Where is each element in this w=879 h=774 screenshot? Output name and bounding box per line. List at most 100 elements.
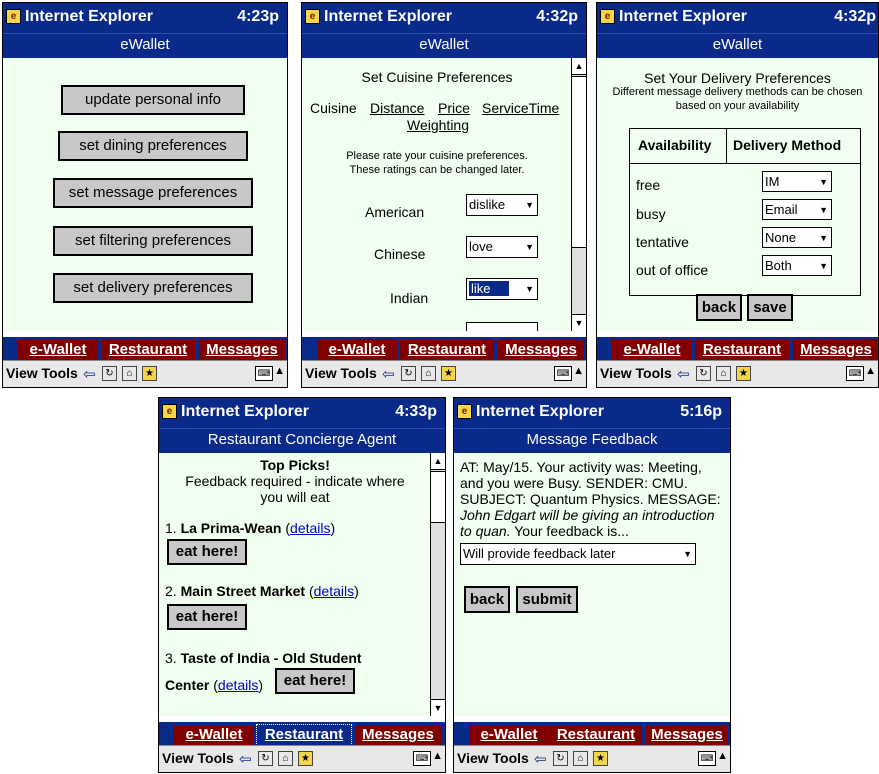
scroll-up-icon[interactable]: ▲ (572, 58, 586, 75)
home-icon[interactable]: ⌂ (716, 366, 731, 381)
col-header-delivery-method: Delivery Method (733, 137, 842, 153)
tab-messages[interactable]: Messages (646, 725, 728, 745)
tab-messages[interactable]: Messages (199, 340, 285, 360)
keyboard-icon[interactable]: ⌨ (255, 366, 273, 381)
ie-logo-icon[interactable]: e (6, 9, 21, 24)
vertical-scrollbar[interactable]: ▲ ▼ (430, 453, 445, 716)
tab-link-weighting[interactable]: Weighting (407, 117, 469, 133)
ie-logo-icon[interactable]: e (162, 404, 177, 419)
set-delivery-preferences-button[interactable]: set delivery preferences (53, 273, 253, 303)
pick-2: 2. Main Street Market (details) (165, 583, 359, 599)
home-icon[interactable]: ⌂ (573, 751, 588, 766)
delivery-select-out-of-office[interactable]: Both ▼ (762, 255, 832, 276)
tab-link-price[interactable]: Price (438, 100, 470, 116)
view-tools-menu[interactable]: View Tools (305, 365, 377, 381)
select-value: IM (765, 174, 780, 189)
update-personal-info-button[interactable]: update personal info (61, 85, 245, 115)
sip-up-arrow-icon[interactable]: ▲ (717, 750, 728, 762)
refresh-icon[interactable]: ↻ (401, 366, 416, 381)
set-filtering-preferences-button[interactable]: set filtering preferences (53, 226, 253, 256)
delivery-select-busy[interactable]: Email ▼ (762, 199, 832, 220)
clock: 4:33p (395, 403, 437, 420)
details-link[interactable]: details (290, 520, 330, 536)
tab-ewallet[interactable]: e-Wallet (174, 725, 254, 745)
back-arrow-icon[interactable]: ⇦ (239, 750, 252, 768)
tab-messages[interactable]: Messages (355, 725, 441, 745)
tab-messages[interactable]: Messages (793, 340, 878, 360)
save-button[interactable]: save (747, 294, 793, 321)
back-arrow-icon[interactable]: ⇦ (677, 365, 690, 383)
set-message-preferences-button[interactable]: set message preferences (53, 178, 253, 208)
refresh-icon[interactable]: ↻ (696, 366, 711, 381)
sip-up-arrow-icon[interactable]: ▲ (432, 750, 443, 762)
keyboard-icon[interactable]: ⌨ (413, 751, 431, 766)
tab-restaurant[interactable]: Restaurant (695, 340, 789, 360)
sip-up-arrow-icon[interactable]: ▲ (274, 365, 285, 377)
ie-logo-icon[interactable]: e (457, 404, 472, 419)
tab-messages[interactable]: Messages (498, 340, 584, 360)
refresh-icon[interactable]: ↻ (553, 751, 568, 766)
cuisine-select-chinese[interactable]: love ▼ (466, 236, 538, 258)
vertical-scrollbar[interactable]: ▲ ▼ (571, 58, 586, 331)
delivery-select-tentative[interactable]: None ▼ (762, 227, 832, 248)
back-button[interactable]: back (464, 586, 510, 613)
refresh-icon[interactable]: ↻ (258, 751, 273, 766)
home-icon[interactable]: ⌂ (122, 366, 137, 381)
eat-here-button-3[interactable]: eat here! (275, 668, 355, 694)
home-icon[interactable]: ⌂ (421, 366, 436, 381)
eat-here-button-1[interactable]: eat here! (167, 539, 247, 565)
submit-button[interactable]: submit (516, 586, 578, 613)
cuisine-select-partial[interactable] (466, 322, 538, 331)
scroll-down-icon[interactable]: ▼ (572, 314, 586, 331)
refresh-icon[interactable]: ↻ (102, 366, 117, 381)
tab-restaurant[interactable]: Restaurant (256, 724, 352, 746)
back-button[interactable]: back (696, 294, 742, 321)
content-area: AT: May/15. Your activity was: Meeting, … (454, 453, 730, 716)
tab-link-servicetime[interactable]: ServiceTime (482, 100, 559, 116)
back-arrow-icon[interactable]: ⇦ (382, 365, 395, 383)
favorites-icon[interactable]: ★ (593, 751, 608, 766)
favorites-icon[interactable]: ★ (736, 366, 751, 381)
home-icon[interactable]: ⌂ (278, 751, 293, 766)
tab-restaurant[interactable]: Restaurant (400, 340, 494, 360)
tab-ewallet[interactable]: e-Wallet (317, 340, 397, 360)
cuisine-select-american[interactable]: dislike ▼ (466, 194, 538, 216)
scroll-thumb[interactable] (572, 76, 586, 248)
scroll-down-icon[interactable]: ▼ (431, 699, 445, 716)
favorites-icon[interactable]: ★ (142, 366, 157, 381)
eat-here-button-2[interactable]: eat here! (167, 604, 247, 630)
details-link[interactable]: details (314, 583, 354, 599)
details-link[interactable]: details (218, 677, 258, 693)
favorites-icon[interactable]: ★ (298, 751, 313, 766)
ie-logo-icon[interactable]: e (600, 9, 615, 24)
tab-ewallet[interactable]: e-Wallet (469, 725, 549, 745)
table-col-divider (726, 129, 727, 163)
back-arrow-icon[interactable]: ⇦ (534, 750, 547, 768)
keyboard-icon[interactable]: ⌨ (846, 366, 864, 381)
sip-up-arrow-icon[interactable]: ▲ (573, 365, 584, 377)
view-tools-menu[interactable]: View Tools (162, 750, 234, 766)
tab-link-distance[interactable]: Distance (370, 100, 424, 116)
keyboard-icon[interactable]: ⌨ (554, 366, 572, 381)
feedback-select[interactable]: Will provide feedback later ▼ (460, 543, 696, 565)
tab-ewallet[interactable]: e-Wallet (18, 340, 98, 360)
view-tools-menu[interactable]: View Tools (457, 750, 529, 766)
cuisine-select-indian[interactable]: like ▼ (466, 278, 538, 300)
delivery-select-free[interactable]: IM ▼ (762, 171, 832, 192)
set-dining-preferences-button[interactable]: set dining preferences (58, 131, 248, 161)
sip-up-arrow-icon[interactable]: ▲ (865, 365, 876, 377)
back-arrow-icon[interactable]: ⇦ (83, 365, 96, 383)
app-title: Internet Explorer (476, 403, 605, 420)
tab-restaurant[interactable]: Restaurant (550, 725, 642, 745)
scroll-up-icon[interactable]: ▲ (431, 453, 445, 470)
screen-delivery-preferences: e Internet Explorer 4:32p eWallet Set Yo… (596, 2, 879, 388)
tab-restaurant[interactable]: Restaurant (101, 340, 195, 360)
scroll-thumb[interactable] (431, 471, 445, 523)
cuisine-label-american: American (365, 204, 425, 220)
favorites-icon[interactable]: ★ (441, 366, 456, 381)
view-tools-menu[interactable]: View Tools (6, 365, 78, 381)
tab-ewallet[interactable]: e-Wallet (612, 340, 692, 360)
ie-logo-icon[interactable]: e (305, 9, 320, 24)
keyboard-icon[interactable]: ⌨ (698, 751, 716, 766)
view-tools-menu[interactable]: View Tools (600, 365, 672, 381)
